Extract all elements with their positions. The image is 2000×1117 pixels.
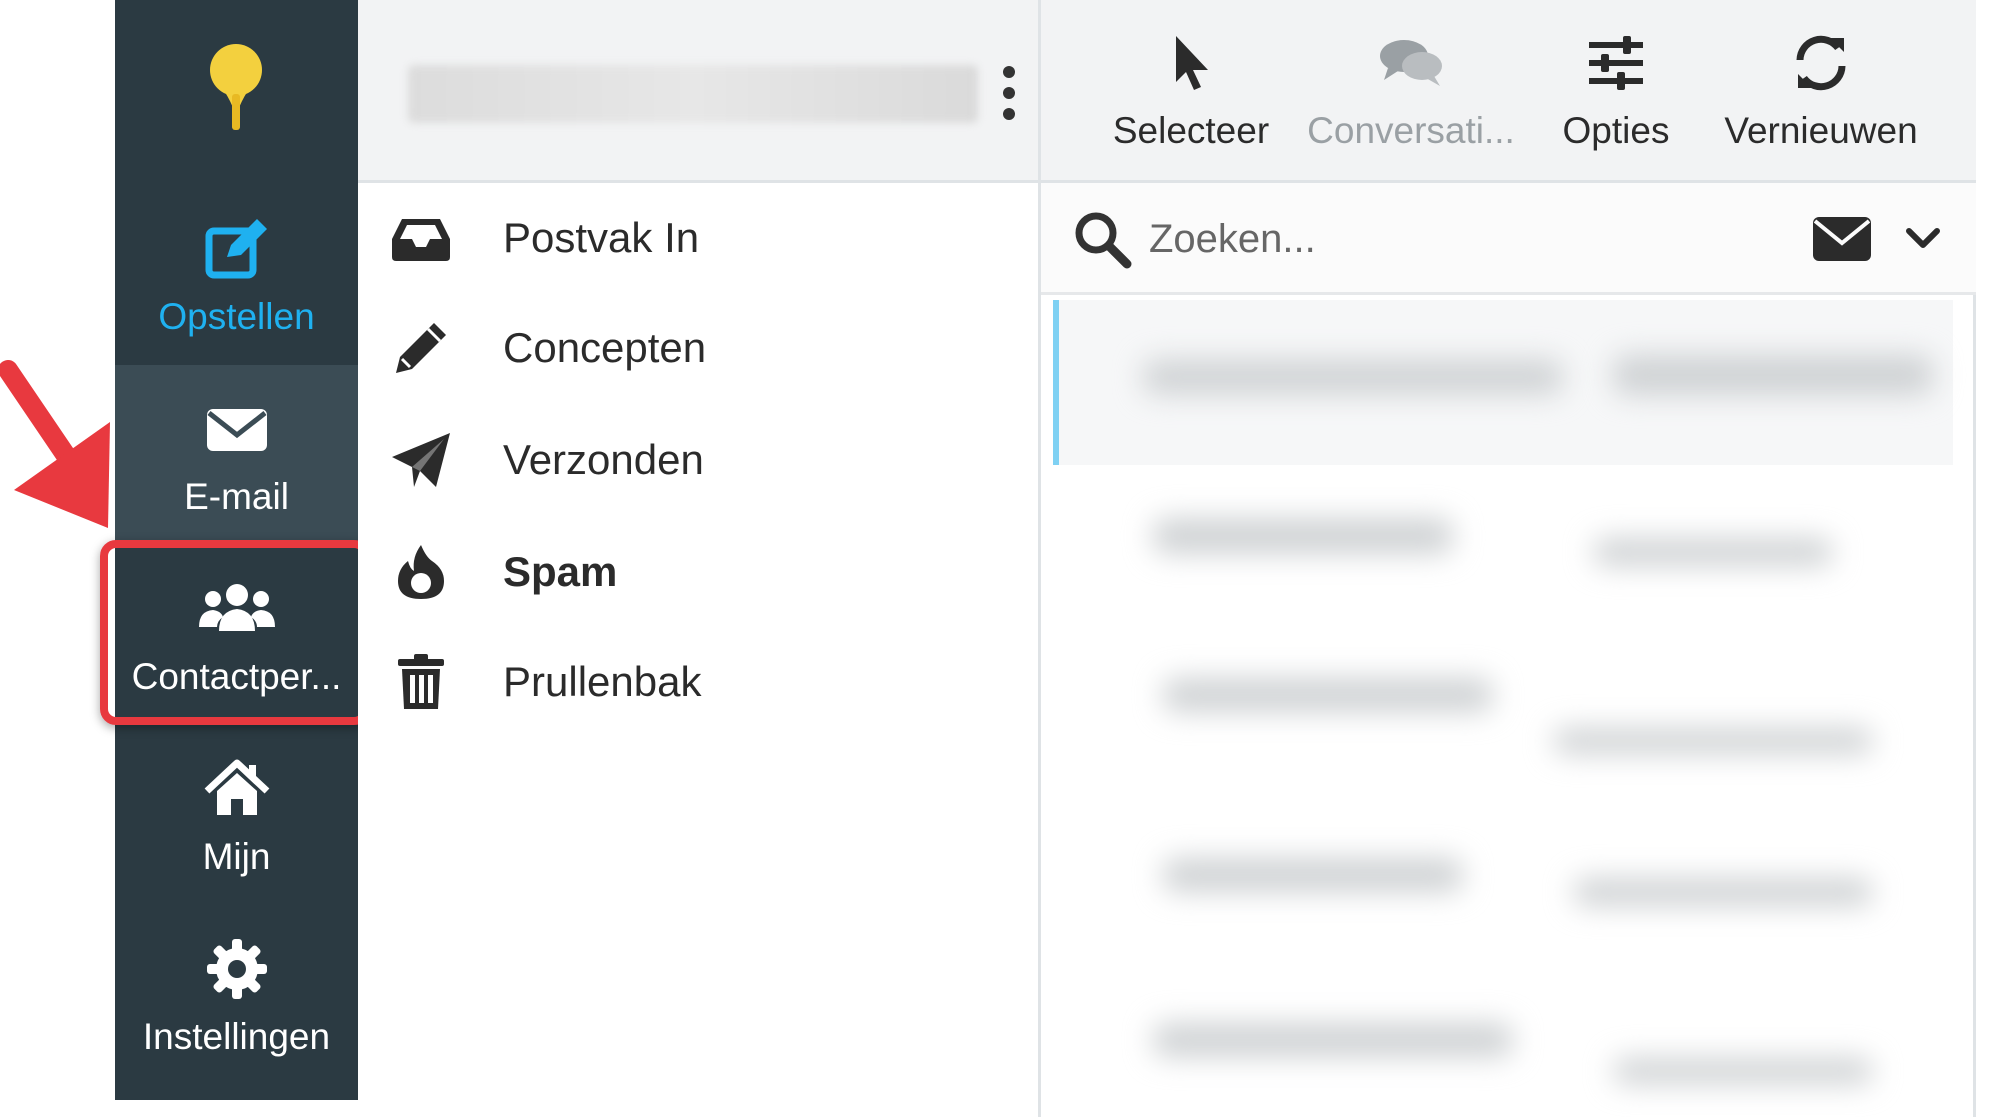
nav-compose[interactable]: Opstellen (115, 185, 358, 365)
nav-home-label: Mijn (202, 836, 271, 877)
nav-email[interactable]: E-mail (115, 365, 358, 545)
folder-trash[interactable]: Prullenbak (388, 637, 1008, 727)
list-item[interactable] (1053, 300, 1953, 465)
paper-plane-icon (388, 427, 454, 493)
envelope-icon (115, 393, 358, 465)
folder-sent[interactable]: Verzonden (388, 415, 1008, 505)
sliders-icon (1541, 30, 1691, 100)
envelope-filter-icon[interactable] (1811, 215, 1873, 263)
callout-arrow-icon (0, 360, 130, 550)
nav-compose-label: Opstellen (158, 296, 315, 337)
inbox-icon (388, 205, 454, 271)
account-name-redacted (408, 65, 978, 123)
nav-email-label: E-mail (184, 476, 289, 517)
nav-settings[interactable]: Instellingen (115, 905, 358, 1085)
fire-icon (388, 539, 454, 605)
folder-sent-label: Verzonden (503, 436, 704, 483)
folder-pane: Postvak In Concepten Verzonden Spam Prul… (358, 0, 1041, 1117)
home-icon (115, 753, 358, 825)
contacts-highlight-box (100, 540, 370, 725)
cursor-icon (1091, 30, 1291, 100)
select-label: Selecteer (1112, 110, 1270, 151)
options-label: Opties (1562, 110, 1670, 151)
refresh-label: Vernieuwen (1724, 110, 1918, 151)
redacted-text (1613, 1058, 1873, 1084)
folder-inbox-label: Postvak In (503, 214, 700, 261)
redacted-text (1143, 360, 1563, 394)
redacted-text (1163, 678, 1493, 712)
pencil-icon (388, 315, 454, 381)
message-pane: Selecteer Conversati... Opties Vernieuwe… (1041, 0, 1976, 1117)
nav-settings-label: Instellingen (142, 1016, 331, 1057)
refresh-icon (1701, 30, 1941, 100)
conversation-label: Conversati... (1307, 110, 1515, 151)
redacted-text (1163, 858, 1463, 892)
redacted-text (1153, 518, 1453, 554)
redacted-text (1553, 728, 1873, 754)
nav-home[interactable]: Mijn (115, 725, 358, 905)
selection-indicator (1053, 300, 1059, 465)
select-button[interactable]: Selecteer (1091, 20, 1291, 170)
trash-icon (388, 649, 454, 715)
refresh-button[interactable]: Vernieuwen (1701, 20, 1941, 170)
folder-trash-label: Prullenbak (503, 658, 702, 705)
redacted-text (1573, 878, 1873, 906)
redacted-text (1613, 355, 1933, 395)
account-header (358, 0, 1038, 183)
list-item[interactable] (1053, 468, 1953, 633)
conversation-button[interactable]: Conversati... (1296, 20, 1526, 170)
chat-bubbles-icon (1296, 30, 1526, 100)
list-item[interactable] (1053, 638, 1953, 803)
options-button[interactable]: Opties (1541, 20, 1691, 170)
lightbulb-icon (115, 38, 358, 138)
more-options-icon[interactable] (994, 62, 1024, 124)
redacted-text (1153, 1023, 1513, 1057)
list-item[interactable] (1053, 808, 1953, 973)
folder-spam[interactable]: Spam (388, 527, 1008, 617)
folder-spam-label: Spam (503, 548, 618, 595)
folder-drafts[interactable]: Concepten (388, 303, 1008, 393)
gear-icon (115, 933, 358, 1005)
list-item[interactable] (1053, 978, 1953, 1117)
redacted-text (1593, 538, 1833, 566)
chevron-down-icon[interactable] (1903, 219, 1943, 259)
folder-inbox[interactable]: Postvak In (388, 193, 1008, 283)
mail-app: Opstellen E-mail Contactper... Mijn Inst… (0, 0, 2000, 1117)
search-icon (1071, 208, 1133, 270)
compose-icon (115, 213, 358, 285)
folder-drafts-label: Concepten (503, 324, 707, 371)
search-input[interactable] (1149, 209, 1709, 269)
message-list (1041, 298, 1976, 1117)
search-bar (1041, 183, 1976, 295)
toolbar: Selecteer Conversati... Opties Vernieuwe… (1041, 0, 1976, 183)
